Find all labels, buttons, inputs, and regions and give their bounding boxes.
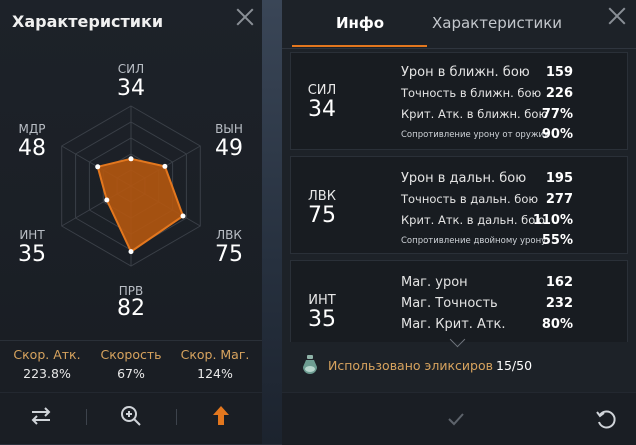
move-speed-value: 67% [117, 366, 145, 381]
section-value: 35 [308, 307, 336, 332]
row-name: Сопротивление двойному урону [401, 236, 547, 246]
row-name: Маг. Точность [401, 296, 498, 311]
zoom-in-icon[interactable] [116, 401, 146, 431]
magic-speed-label: Скор. Маг. [180, 347, 250, 362]
row-name: Сопротивление урону от оружия [401, 130, 550, 140]
swap-arrows-icon[interactable] [26, 401, 56, 431]
move-speed: Скорость 67% [88, 347, 174, 381]
stat-value-agi: 75 [215, 242, 243, 267]
stat-value-str: 34 [117, 76, 145, 101]
right-toolbar [282, 392, 636, 445]
row-name: Маг. Крит. Атк. [401, 317, 506, 332]
stat-label-str: СИЛ [117, 62, 145, 76]
row-value: 277 [545, 192, 573, 207]
row-value: 80% [541, 317, 573, 332]
close-icon[interactable] [236, 8, 254, 26]
row-value: 226 [545, 86, 573, 101]
row-name: Маг. урон [401, 275, 468, 290]
stat-details-list[interactable]: СИЛ 34 Урон в ближн. бою 159 Точность в … [290, 52, 628, 342]
info-panel: Инфо Характеристики СИЛ 34 Урон в ближн.… [282, 0, 636, 445]
section-label: ИНТ [308, 293, 336, 308]
attack-speed: Скор. Атк. 223.8% [4, 347, 90, 381]
row-name: Урон в ближн. бою [401, 65, 530, 80]
row-value: 55% [541, 233, 573, 248]
row-value: 195 [545, 171, 573, 186]
panel-title: Характеристики [12, 12, 164, 31]
upgrade-arrow-icon[interactable] [206, 401, 236, 431]
radar-point [95, 164, 101, 170]
active-tab-indicator [292, 45, 427, 47]
elixir-counter: Использовано эликсиров 15/50 [290, 348, 628, 384]
tab-bar: Инфо Характеристики [282, 0, 636, 49]
radar-point [162, 163, 168, 169]
section-label: ЛВК [308, 189, 336, 204]
row-name: Точность в дальн. бою [401, 192, 539, 206]
radar-point [128, 249, 134, 255]
row-value: 110% [532, 213, 573, 228]
stat-label-int: ИНТ [19, 228, 45, 242]
reset-icon[interactable] [594, 407, 618, 431]
radar-point [180, 213, 186, 219]
stat-section-int: ИНТ 35 Маг. урон 162 Маг. Точность 232 М… [290, 260, 628, 342]
stat-section-agi: ЛВК 75 Урон в дальн. бою 195 Точность в … [290, 156, 628, 254]
move-speed-label: Скорость [100, 347, 162, 362]
stats-panel: Характеристики СИЛ 34 ВЫН 49 ЛВК 75 ПРВ … [0, 0, 262, 444]
stat-value-end: 49 [215, 136, 243, 161]
potion-icon [303, 355, 317, 374]
speed-stats: Скор. Атк. 223.8% Скорость 67% Скор. Маг… [0, 340, 262, 387]
magic-speed: Скор. Маг. 124% [172, 347, 258, 381]
toolbar-divider [86, 409, 87, 425]
elixir-label: Использовано эликсиров [328, 358, 493, 373]
stat-label-wis: МДР [18, 122, 46, 136]
row-name: Урон в дальн. бою [401, 171, 527, 186]
tab-characteristics[interactable]: Характеристики [432, 14, 562, 32]
row-value: 77% [541, 107, 573, 122]
magic-speed-value: 124% [197, 366, 233, 381]
row-name: Крит. Атк. в дальн. бою [401, 213, 545, 227]
left-toolbar [0, 392, 262, 441]
radar-point [104, 197, 110, 203]
attack-speed-label: Скор. Атк. [13, 347, 81, 362]
radar-point [128, 156, 134, 162]
row-value: 159 [545, 65, 573, 80]
row-name: Крит. Атк. в ближн. бою [401, 107, 549, 121]
attack-speed-value: 223.8% [23, 366, 71, 381]
row-name: Точность в ближн. бою [401, 86, 542, 100]
tab-info[interactable]: Инфо [336, 14, 384, 32]
stat-value-wis: 48 [18, 136, 46, 161]
toolbar-divider [176, 409, 177, 425]
stat-section-str: СИЛ 34 Урон в ближн. бою 159 Точность в … [290, 52, 628, 150]
row-value: 90% [541, 127, 573, 142]
checkmark-icon[interactable] [446, 409, 466, 429]
stat-label-end: ВЫН [215, 122, 243, 136]
background-gap [262, 0, 282, 444]
row-value: 232 [545, 296, 573, 311]
stat-value-int: 35 [18, 242, 46, 267]
section-value: 34 [308, 97, 336, 122]
elixir-value: 15/50 [496, 358, 533, 373]
section-value: 75 [308, 203, 336, 228]
row-value: 162 [545, 275, 573, 290]
stat-value-per: 82 [117, 296, 145, 321]
section-label: СИЛ [307, 83, 337, 98]
close-icon[interactable] [608, 7, 626, 25]
stat-label-agi: ЛВК [216, 228, 242, 242]
